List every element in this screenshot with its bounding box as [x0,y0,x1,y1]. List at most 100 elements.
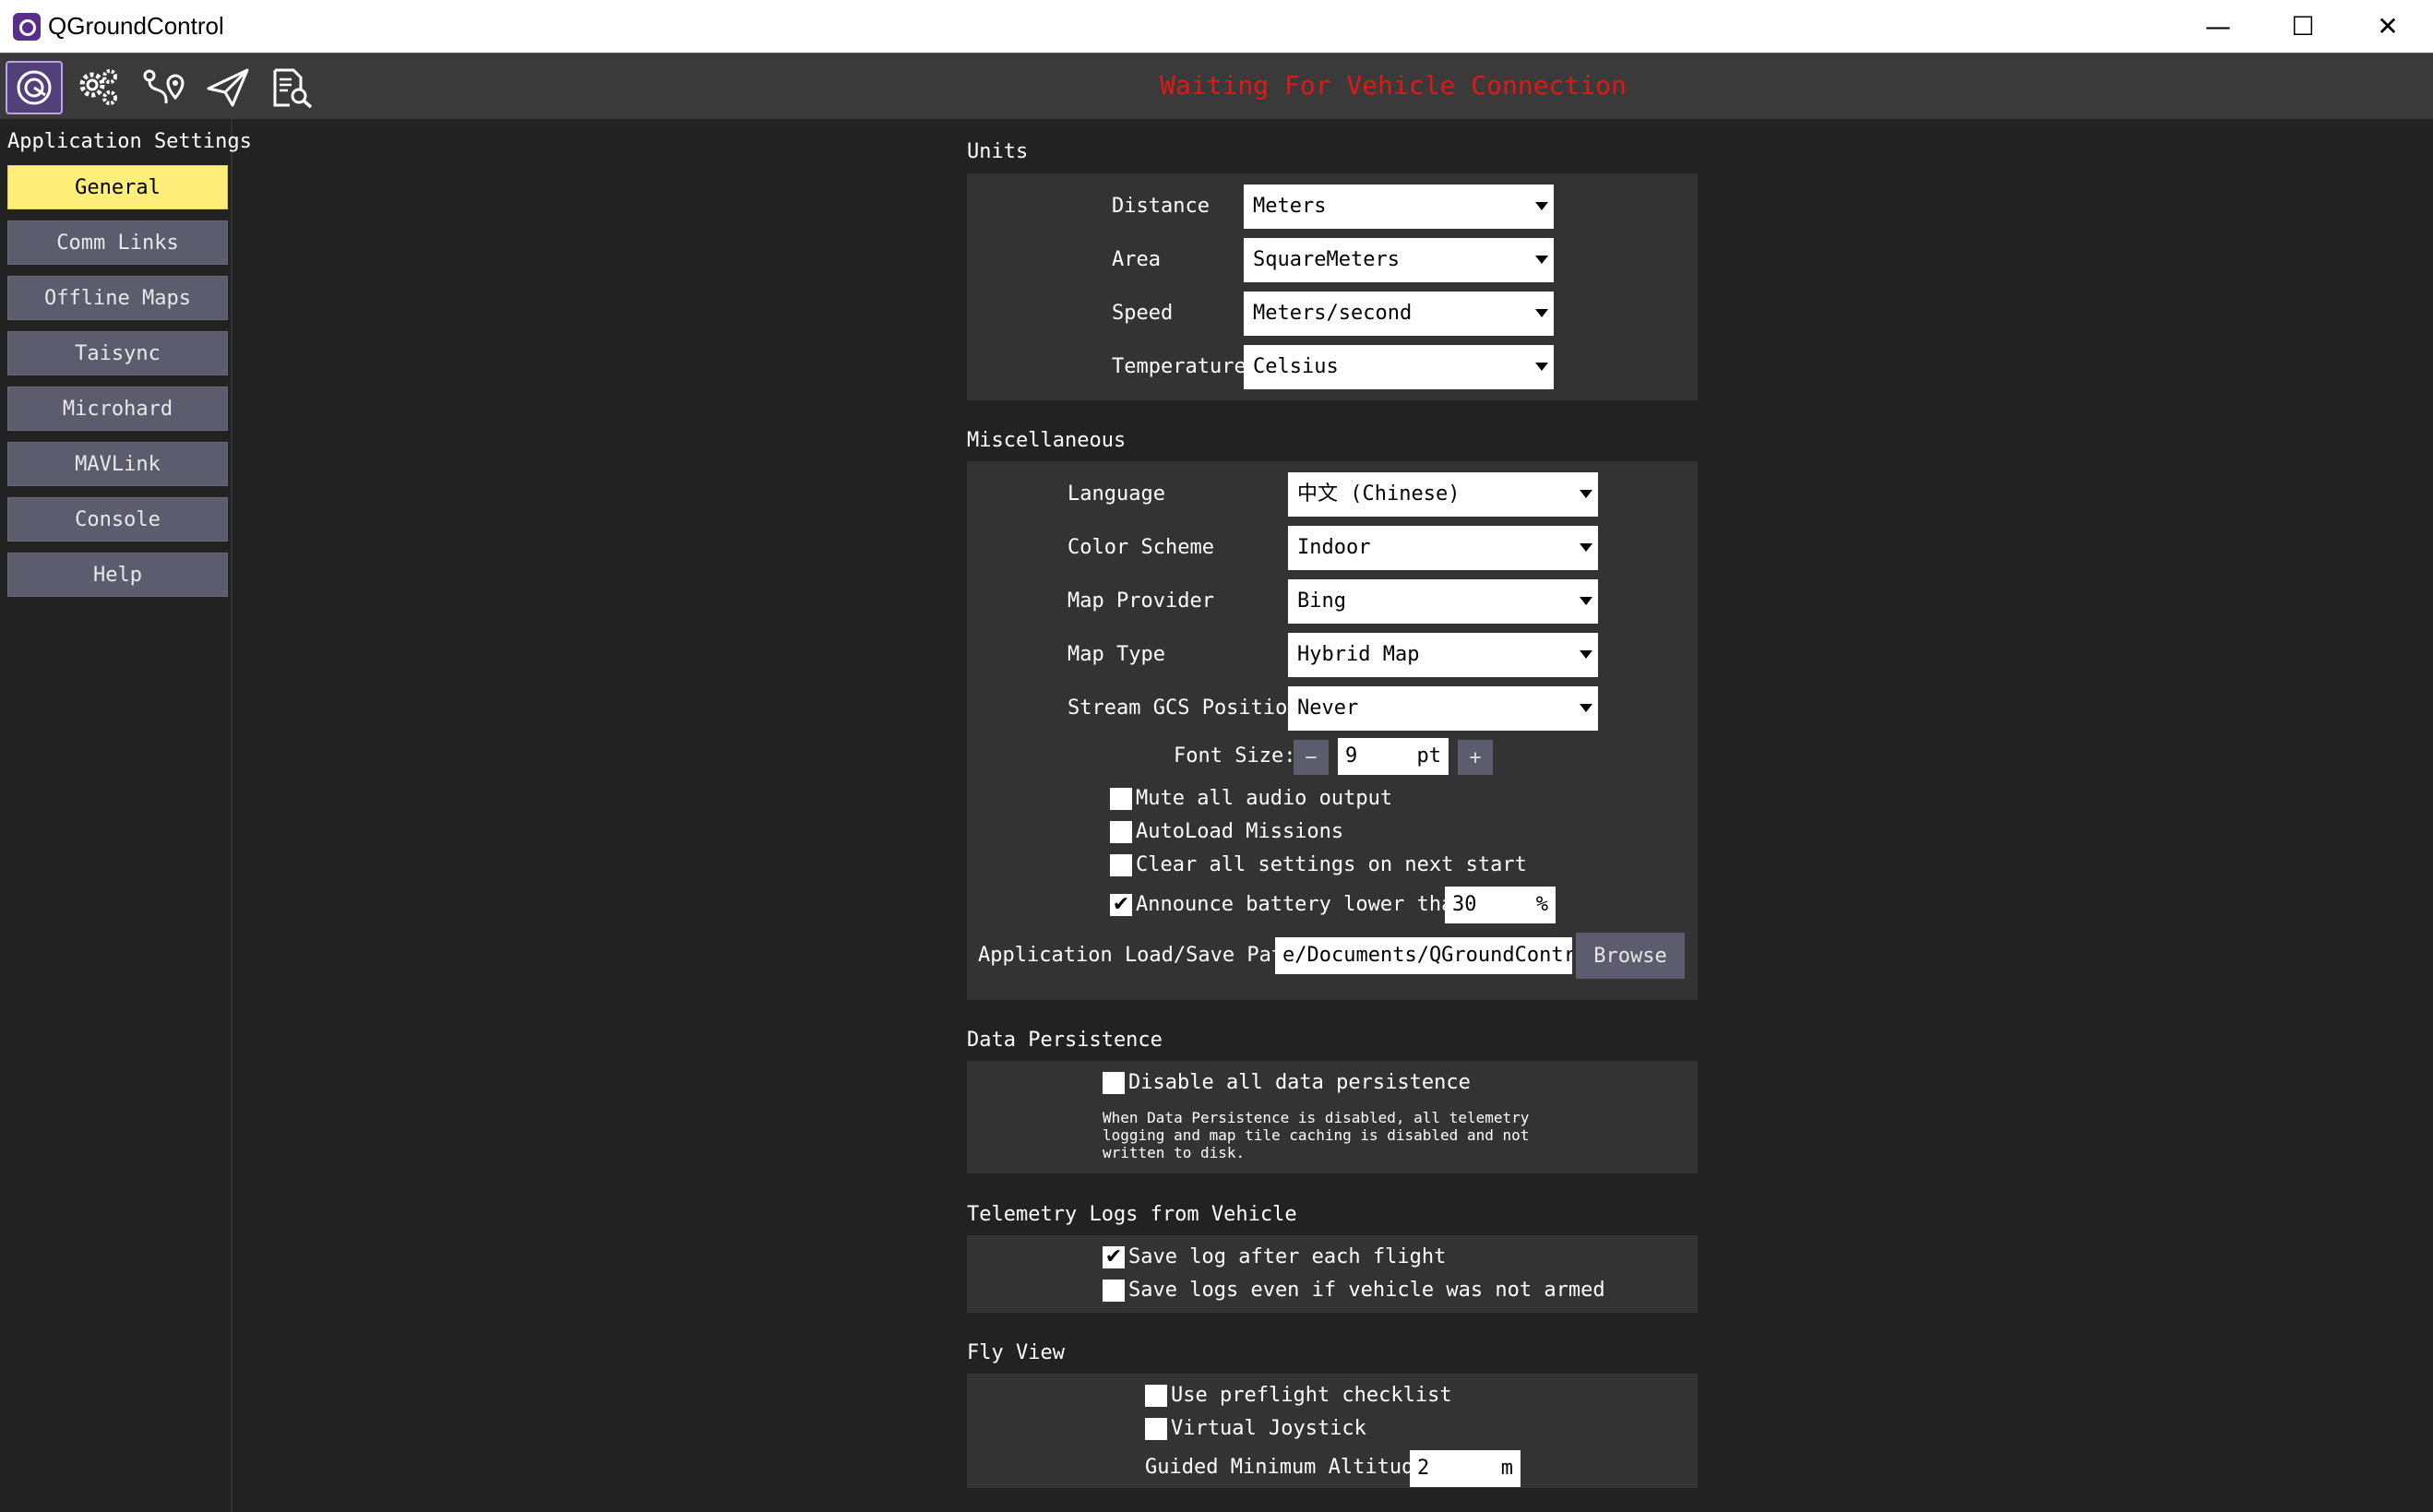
save-log-unarmed-checkbox[interactable] [1103,1280,1125,1302]
chevron-down-icon [1580,543,1592,552]
telemetry-logs-panel: ✔ Save log after each flight Save logs e… [967,1235,1698,1313]
chevron-down-icon [1580,490,1592,498]
guided-min-altitude-value: 2 [1417,1457,1430,1480]
temperature-select[interactable]: Celsius [1244,345,1554,389]
close-button[interactable]: ✕ [2345,0,2430,53]
plan-view-tool[interactable] [135,61,192,114]
browse-button[interactable]: Browse [1576,933,1685,979]
font-size-increase-button[interactable]: + [1458,740,1493,775]
minimize-button[interactable]: — [2176,0,2260,53]
fly-view-header: Fly View [967,1341,1065,1364]
speed-label: Speed [1112,302,1174,325]
clear-settings-checkbox[interactable] [1110,854,1132,876]
font-size-unit: pt [1416,744,1442,768]
guided-min-altitude-input[interactable]: 2m [1410,1450,1521,1487]
chevron-down-icon [1580,597,1592,605]
paper-plane-icon [207,68,249,107]
chevron-down-icon [1535,309,1548,317]
load-save-path-input[interactable]: e/Documents/QGroundControl [1275,937,1572,974]
data-persistence-header: Data Persistence [967,1029,1163,1052]
persistence-help-text: When Data Persistence is disabled, all t… [1103,1109,1530,1161]
units-header: Units [967,140,1029,163]
sidebar-item-mavlink[interactable]: MAVLink [7,442,228,486]
area-select[interactable]: SquareMeters [1244,238,1554,282]
virtual-joystick-label: Virtual Joystick [1171,1417,1366,1440]
misc-header: Miscellaneous [967,429,1127,452]
stream-gcs-select[interactable]: Never [1288,686,1598,731]
autoload-missions-label: AutoLoad Missions [1136,820,1344,843]
maximize-button[interactable]: ☐ [2260,0,2345,53]
map-provider-label: Map Provider [1067,589,1214,613]
announce-battery-checkbox[interactable]: ✔ [1110,894,1132,916]
announce-battery-label: Announce battery lower than [1136,893,1466,916]
analyze-tool[interactable] [264,61,321,114]
data-persistence-panel: Disable all data persistence When Data P… [967,1061,1698,1173]
sidebar-item-offline-maps[interactable]: Offline Maps [7,276,228,320]
distance-select[interactable]: Meters [1244,185,1554,229]
sidebar-item-comm-links[interactable]: Comm Links [7,220,228,265]
units-panel: Distance Meters Area SquareMeters Speed … [967,173,1698,400]
main-toolbar: Waiting For Vehicle Connection [0,53,2433,119]
qgc-app-icon [13,13,41,41]
guided-min-altitude-label: Guided Minimum Altitude [1145,1456,1426,1479]
misc-panel: Language 中文 (Chinese) Color Scheme Indoo… [967,461,1698,1000]
save-log-unarmed-label: Save logs even if vehicle was not armed [1128,1279,1605,1302]
window-title: QGroundControl [48,12,224,40]
sidebar-item-microhard[interactable]: Microhard [7,387,228,431]
map-type-label: Map Type [1067,643,1165,666]
load-save-path-label: Application Load/Save Path [978,944,1296,967]
document-search-icon [273,68,313,109]
map-provider-select[interactable]: Bing [1288,579,1598,624]
area-value: SquareMeters [1253,248,1400,271]
qgc-logo-icon [17,70,52,105]
route-pin-icon [143,69,185,104]
autoload-missions-checkbox[interactable] [1110,821,1132,843]
language-label: Language [1067,482,1165,506]
virtual-joystick-checkbox[interactable] [1145,1418,1167,1440]
mute-audio-checkbox[interactable] [1110,788,1132,810]
vehicle-setup-tool[interactable] [70,61,127,114]
fly-view-panel: Use preflight checklist Virtual Joystick… [967,1374,1698,1488]
telemetry-logs-header: Telemetry Logs from Vehicle [967,1203,1297,1226]
temperature-value: Celsius [1253,355,1339,378]
chevron-down-icon [1535,363,1548,371]
sidebar-item-help[interactable]: Help [7,553,228,597]
connection-status: Waiting For Vehicle Connection [1160,70,1627,101]
sidebar-title: Application Settings [7,130,252,153]
announce-battery-value: 30 [1452,893,1477,916]
chevron-down-icon [1580,704,1592,712]
save-log-each-flight-checkbox[interactable]: ✔ [1103,1246,1125,1268]
announce-battery-unit: % [1535,893,1548,916]
sidebar-item-console[interactable]: Console [7,497,228,542]
app-settings-tool[interactable] [6,61,63,114]
speed-value: Meters/second [1253,302,1413,325]
fly-view-tool[interactable] [199,61,256,114]
font-size-label: Font Size: [1174,744,1296,768]
map-provider-value: Bing [1297,589,1346,613]
map-type-select[interactable]: Hybrid Map [1288,633,1598,677]
settings-sidebar: Application Settings General Comm Links … [0,119,252,1512]
font-size-decrease-button[interactable]: − [1294,740,1329,775]
gears-icon [79,69,117,105]
area-label: Area [1112,248,1161,271]
distance-value: Meters [1253,195,1327,218]
chevron-down-icon [1535,202,1548,210]
clear-settings-label: Clear all settings on next start [1136,853,1527,876]
stream-gcs-value: Never [1297,696,1359,720]
load-save-path-value: e/Documents/QGroundControl [1282,944,1572,967]
language-select[interactable]: 中文 (Chinese) [1288,472,1598,517]
distance-label: Distance [1112,195,1210,218]
preflight-checklist-checkbox[interactable] [1145,1385,1167,1407]
disable-persistence-checkbox[interactable] [1103,1072,1125,1094]
speed-select[interactable]: Meters/second [1244,292,1554,336]
color-scheme-select[interactable]: Indoor [1288,526,1598,570]
stream-gcs-label: Stream GCS Position [1067,696,1300,720]
chevron-down-icon [1535,256,1548,264]
sidebar-item-general[interactable]: General [7,165,228,209]
chevron-down-icon [1580,650,1592,659]
temperature-label: Temperature [1112,355,1246,378]
announce-battery-input[interactable]: 30% [1445,887,1556,923]
sidebar-item-taisync[interactable]: Taisync [7,331,228,375]
guided-min-altitude-unit: m [1500,1457,1513,1480]
font-size-input[interactable]: 9 pt [1338,738,1449,775]
